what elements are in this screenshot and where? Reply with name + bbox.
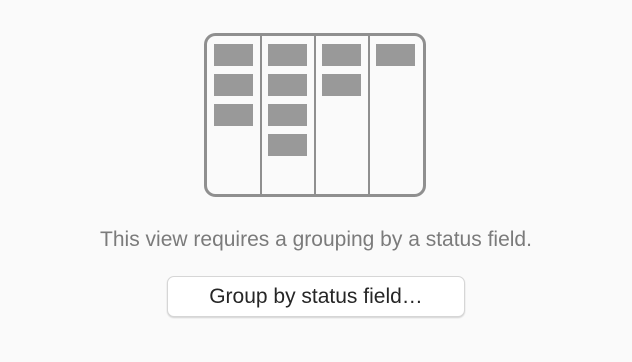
kanban-board-icon xyxy=(204,33,426,197)
board-card xyxy=(268,74,307,96)
board-card xyxy=(322,44,361,66)
board-card xyxy=(376,44,415,66)
board-card xyxy=(268,44,307,66)
group-by-status-field-button[interactable]: Group by status field… xyxy=(167,276,465,317)
board-card xyxy=(214,74,253,96)
empty-state: This view requires a grouping by a statu… xyxy=(0,0,632,362)
board-card xyxy=(214,104,253,126)
board-card xyxy=(322,74,361,96)
board-card xyxy=(268,134,307,156)
board-card xyxy=(214,44,253,66)
board-card xyxy=(268,104,307,126)
empty-state-message: This view requires a grouping by a statu… xyxy=(100,228,532,251)
